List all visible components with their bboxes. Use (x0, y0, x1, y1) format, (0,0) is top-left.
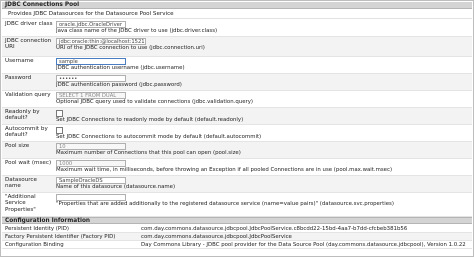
jdbc-config-panel: JDBC Connections Pool Provides JDBC Data… (0, 0, 474, 257)
datasource-name-row: Datasource name SampleOracleDS Name of t… (2, 176, 472, 193)
validation-query-input[interactable]: SELECT 1 FROM DUAL (56, 92, 126, 99)
readonly-label: Readonly by default? (5, 109, 40, 122)
password-hint: JDBC authentication password (jdbc.passw… (56, 82, 182, 88)
driver-class-row: JDBC driver class oracle.jdbc.OracleDriv… (2, 20, 472, 37)
datasource-name-label: Datasource name (5, 177, 37, 190)
pool-size-hint: Maximum number of Connections that this … (56, 150, 241, 156)
username-row: Username sample JDBC authentication user… (2, 57, 472, 74)
readonly-row: Readonly by default? Set JDBC Connection… (2, 108, 472, 125)
pool-size-label: Pool size (5, 143, 30, 149)
username-label: Username (5, 58, 34, 64)
autocommit-label: Autocommit by default? (5, 126, 48, 139)
config-key-binding: Configuration Binding (5, 242, 64, 248)
driver-class-input[interactable]: oracle.jdbc.OracleDriver (56, 21, 126, 28)
pool-size-input[interactable]: 10 (56, 143, 126, 150)
readonly-hint: Set JDBC Connections to readonly mode by… (56, 117, 244, 123)
config-key-factory-pid: Factory Persistent Identifier (Factory P… (5, 234, 116, 240)
service-properties-row: "Additional Service Properties" "Propert… (2, 193, 472, 217)
connection-uri-hint: URI of the JDBC connection to use (jdbc.… (56, 45, 205, 51)
panel-title: JDBC Connections Pool (2, 2, 472, 9)
connection-uri-label: JDBC connection URI (5, 38, 52, 51)
autocommit-hint: Set JDBC Connections to autocommit mode … (56, 134, 262, 140)
autocommit-row: Autocommit by default? Set JDBC Connecti… (2, 125, 472, 142)
validation-query-label: Validation query (5, 92, 51, 98)
autocommit-checkbox[interactable] (56, 127, 63, 134)
datasource-name-input[interactable]: SampleOracleDS (56, 177, 126, 184)
config-row-binding: Configuration Binding Day Commons Librar… (2, 241, 472, 249)
pool-wait-input[interactable]: 1000 (56, 160, 126, 167)
service-properties-hint: "Properties that are added additionally … (56, 201, 394, 207)
connection-uri-input[interactable]: jdbc:oracle:thin:@localhost:1521:orcl (56, 38, 146, 45)
password-label: Password (5, 75, 32, 81)
password-input[interactable]: •••••• (56, 75, 126, 82)
service-properties-input[interactable] (56, 194, 126, 201)
datasource-name-hint: Name of this datasource (datasource.name… (56, 184, 176, 190)
pool-size-row: Pool size 10 Maximum number of Connectio… (2, 142, 472, 159)
validation-query-row: Validation query SELECT 1 FROM DUAL Opti… (2, 91, 472, 108)
username-input[interactable]: sample (56, 58, 126, 65)
pool-wait-row: Pool wait (msec) 1000 Maximum wait time,… (2, 159, 472, 176)
config-value-pid: com.day.commons.datasource.jdbcpool.Jdbc… (141, 226, 408, 232)
config-value-binding: Day Commons Library - JDBC pool provider… (141, 242, 466, 248)
config-info-title: Configuration Information (2, 217, 472, 224)
pool-wait-hint: Maximum wait time, in milliseconds, befo… (56, 167, 393, 173)
readonly-checkbox[interactable] (56, 110, 63, 117)
pool-wait-label: Pool wait (msec) (5, 160, 52, 166)
config-key-pid: Persistent Identity (PID) (5, 226, 69, 232)
validation-query-hint: Optional JDBC query used to validate con… (56, 99, 254, 105)
service-properties-label: "Additional Service Properties" (5, 194, 36, 213)
config-value-factory-pid: com.day.commons.datasource.jdbcpool.Jdbc… (141, 234, 292, 240)
connection-uri-row: JDBC connection URI jdbc:oracle:thin:@lo… (2, 37, 472, 57)
panel-description: Provides JDBC Datasources for the Dataso… (2, 10, 472, 19)
config-row-pid: Persistent Identity (PID) com.day.common… (2, 225, 472, 233)
config-row-factory-pid: Factory Persistent Identifier (Factory P… (2, 233, 472, 241)
username-hint: JDBC authentication username (jdbc.usern… (56, 65, 185, 71)
password-row: Password •••••• JDBC authentication pass… (2, 74, 472, 91)
driver-class-hint: Java class name of the JDBC driver to us… (56, 28, 218, 34)
driver-class-label: JDBC driver class (5, 21, 53, 27)
